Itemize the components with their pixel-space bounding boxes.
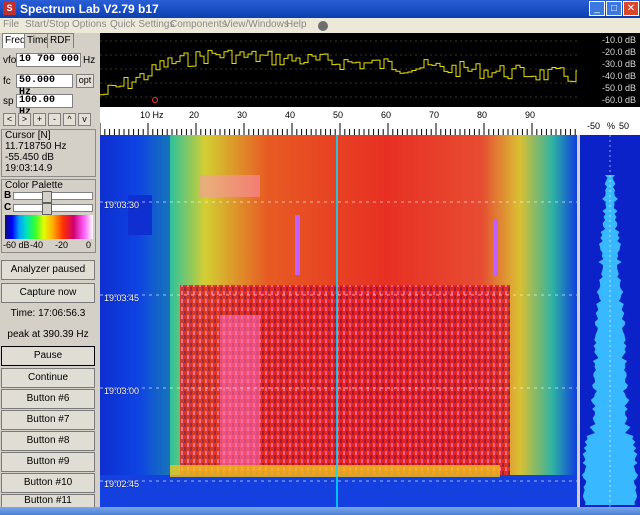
button-6[interactable]: Button #6 (1, 389, 95, 409)
tick-70: 70 (429, 110, 440, 120)
nav-right-button[interactable]: > (18, 113, 31, 126)
nav-down-button[interactable]: v (78, 113, 91, 126)
menu-components[interactable]: Components (170, 19, 227, 30)
button-8[interactable]: Button #8 (1, 431, 95, 451)
time-label-1: 19:03:30 (104, 200, 140, 210)
menu-bar: File Start/Stop Options Quick Settings C… (0, 18, 640, 33)
taskbar-strip (0, 507, 640, 515)
cursor-info-group: Cursor [N] 11.718750 Hz -55.450 dB 19:03… (1, 129, 96, 177)
zoom-in-button[interactable]: + (33, 113, 46, 126)
button-9[interactable]: Button #9 (1, 452, 95, 472)
pct-plus-50: 50 (619, 121, 630, 131)
left-panel: Freq Time RDF vfo 10 700 000 Hz fc 50.00… (0, 33, 98, 515)
nav-left-button[interactable]: < (3, 113, 16, 126)
title-bar: S Spectrum Lab V2.79 b17 _ □ ✕ (0, 0, 640, 18)
spectrum-trace (100, 49, 577, 96)
vfo-unit-label: Hz (83, 55, 96, 66)
status-indicator-icon (318, 21, 328, 31)
cursor-level: -55.450 dB (5, 152, 54, 163)
waterfall-display[interactable] (100, 135, 577, 507)
pct-symbol: % (607, 121, 616, 131)
db-label-10: -10.0 dB (601, 35, 636, 45)
opt-button[interactable]: opt (76, 74, 94, 88)
pct-minus-50: -50 (587, 121, 601, 131)
palette-scale-max: 0 (86, 240, 92, 250)
menu-start-stop[interactable]: Start/Stop (25, 19, 69, 30)
tick-30: 30 (237, 110, 248, 120)
time-label-4: 19:02:45 (104, 479, 140, 489)
tick-20: 20 (189, 110, 200, 120)
continue-button[interactable]: Continue (1, 368, 95, 388)
palette-scale-min: -60 dB (3, 240, 30, 250)
app-icon[interactable]: S (3, 2, 16, 15)
sp-field[interactable]: 100.00 Hz (16, 94, 73, 118)
frequency-axis[interactable]: 10 Hz 20 30 40 50 60 70 80 90 (100, 107, 577, 136)
contrast-label: C (4, 202, 12, 213)
window-title: Spectrum Lab V2.79 b17 (20, 2, 159, 16)
menu-options[interactable]: Options (72, 19, 106, 30)
brightness-label: B (4, 190, 12, 201)
db-label-30: -30.0 dB (601, 59, 636, 69)
palette-scale-20: -20 (55, 240, 69, 250)
peak-display: peak at 390.39 Hz (7, 329, 89, 340)
contrast-thumb[interactable] (42, 203, 52, 215)
minimize-button[interactable]: _ (589, 1, 605, 16)
fc-label: fc (3, 76, 11, 87)
maximize-button[interactable]: □ (606, 1, 622, 16)
zoom-out-button[interactable]: - (48, 113, 61, 126)
contrast-slider[interactable] (13, 203, 93, 215)
cursor-time: 19:03:14.9 (5, 163, 53, 174)
button-11[interactable]: Button #11 (1, 494, 95, 508)
fc-field[interactable]: 50.000 Hz (16, 74, 73, 98)
palette-gradient-bar (5, 215, 93, 239)
nav-up-button[interactable]: ^ (63, 113, 76, 126)
db-label-50: -50.0 dB (601, 83, 636, 93)
close-button[interactable]: ✕ (623, 1, 639, 16)
brightness-slider[interactable] (13, 191, 93, 203)
percent-axis: -50 % 50 (577, 107, 640, 135)
analyzer-paused-button[interactable]: Analyzer paused (1, 260, 95, 280)
menu-file[interactable]: File (3, 19, 19, 30)
button-7[interactable]: Button #7 (1, 410, 95, 430)
palette-title: Color Palette (5, 180, 63, 191)
tick-80: 80 (477, 110, 488, 120)
button-10[interactable]: Button #10 (1, 473, 95, 493)
capture-now-button[interactable]: Capture now (1, 283, 95, 303)
time-label-2: 19:03:45 (104, 293, 140, 303)
menu-help[interactable]: Help (286, 19, 307, 30)
pause-button[interactable]: Pause (1, 346, 95, 366)
tick-60: 60 (381, 110, 392, 120)
tick-40: 40 (285, 110, 296, 120)
tick-90: 90 (525, 110, 536, 120)
tick-10hz: 10 Hz (140, 110, 164, 120)
palette-scale-40: -40 (30, 240, 44, 250)
cursor-frequency: 11.718750 Hz (5, 141, 67, 152)
sp-label: sp (3, 96, 14, 107)
db-label-20: -20.0 dB (601, 47, 636, 57)
time-display: Time: 17:06:56.3 (10, 308, 86, 319)
color-palette-group: Color Palette B C -60 dB -40 -20 0 (1, 179, 96, 253)
spectrum-display[interactable] (100, 33, 577, 107)
menu-quick-settings[interactable]: Quick Settings (110, 19, 174, 30)
histogram-display (580, 135, 640, 507)
menu-view-windows[interactable]: View/Windows (224, 19, 289, 30)
db-scale-panel: -10.0 dB -20.0 dB -30.0 dB -40.0 dB -50.… (577, 33, 640, 107)
tab-rdf[interactable]: RDF (47, 33, 74, 48)
time-label-3: 19:03:00 (104, 386, 140, 396)
brightness-thumb[interactable] (42, 191, 52, 203)
db-label-60: -60.0 dB (601, 95, 636, 105)
vfo-label: vfo (3, 55, 17, 66)
db-label-40: -40.0 dB (601, 71, 636, 81)
tick-50: 50 (333, 110, 344, 120)
cursor-marker (152, 97, 158, 103)
cursor-title: Cursor [N] (5, 130, 51, 141)
vfo-field[interactable]: 10 700 000 (16, 53, 81, 67)
